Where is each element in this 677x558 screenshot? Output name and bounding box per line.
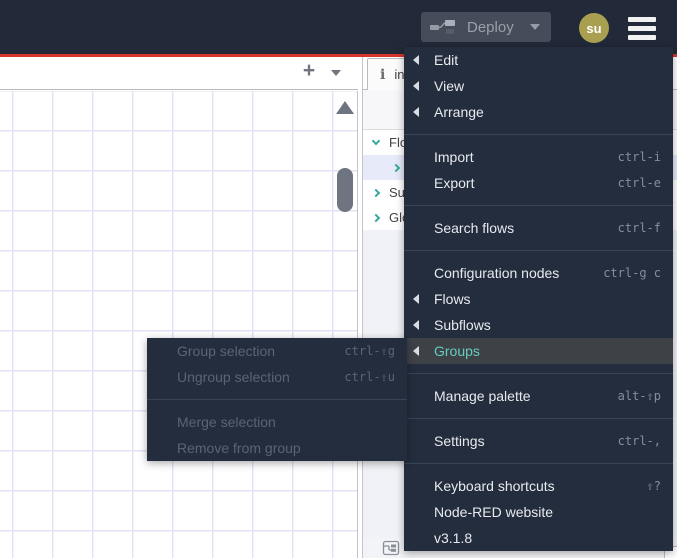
info-icon: i <box>380 66 386 83</box>
outline-toggle-icon[interactable] <box>382 539 400 557</box>
menu-item-manage-palette[interactable]: Manage palette alt-⇧p <box>404 383 673 409</box>
menu-item-view[interactable]: View <box>404 73 673 99</box>
canvas-scroll-up-button[interactable] <box>336 101 354 114</box>
submenu-item-remove-from-group: Remove from group <box>147 435 407 461</box>
menu-item-shortcut: ctrl-f <box>617 221 661 235</box>
flow-canvas[interactable] <box>0 91 358 558</box>
hamburger-icon <box>628 35 656 40</box>
submenu-left-arrow-icon <box>413 55 419 65</box>
deploy-options-chevron-icon[interactable] <box>530 24 540 30</box>
submenu-left-arrow-icon <box>413 81 419 91</box>
menu-item-label: Groups <box>434 343 480 359</box>
menu-item-label: Manage palette <box>434 388 531 404</box>
main-menu-button[interactable] <box>628 17 656 41</box>
menu-item-label: Edit <box>434 52 459 68</box>
hamburger-icon <box>628 17 656 22</box>
workspace-tabbar: + <box>0 57 358 90</box>
menu-item-label: Flows <box>434 291 471 307</box>
menu-item-label: View <box>434 78 465 94</box>
submenu-item-ungroup-selection: Ungroup selection ctrl-⇧u <box>147 364 407 390</box>
menu-item-configuration-nodes[interactable]: Configuration nodes ctrl-g c <box>404 260 673 286</box>
menu-item-keyboard-shortcuts[interactable]: Keyboard shortcuts ⇧? <box>404 473 673 499</box>
menu-item-arrange[interactable]: Arrange <box>404 99 673 125</box>
main-menu: Edit View Arrange Import ctrl-i Export c… <box>404 47 673 551</box>
menu-item-edit[interactable]: Edit <box>404 47 673 73</box>
menu-item-shortcut: ctrl-i <box>617 150 661 164</box>
menu-separator <box>404 418 673 419</box>
menu-item-label: v3.1.8 <box>434 530 473 546</box>
menu-item-label: Configuration nodes <box>434 265 560 281</box>
menu-item-label: Merge selection <box>177 414 276 430</box>
menu-separator <box>404 373 673 374</box>
chevron-down-icon[interactable] <box>371 136 381 146</box>
header-bar: Deploy su <box>0 0 677 54</box>
menu-item-shortcut: ctrl-g c <box>603 266 661 280</box>
menu-item-nodered-website[interactable]: Node-RED website <box>404 499 673 525</box>
user-avatar[interactable]: su <box>579 13 609 43</box>
menu-item-version[interactable]: v3.1.8 <box>404 525 673 551</box>
submenu-item-merge-selection: Merge selection <box>147 409 407 435</box>
menu-item-shortcut: ctrl-e <box>617 176 661 190</box>
canvas-scrollbar-thumb[interactable] <box>337 168 353 212</box>
menu-item-label: Settings <box>434 433 485 449</box>
hamburger-icon <box>628 26 656 31</box>
menu-item-label: Export <box>434 175 475 191</box>
menu-item-shortcut: ctrl-⇧u <box>344 370 395 384</box>
menu-item-shortcut: alt-⇧p <box>617 389 661 403</box>
submenu-left-arrow-icon <box>413 346 419 356</box>
menu-item-label: Arrange <box>434 104 484 120</box>
menu-item-label: Keyboard shortcuts <box>434 478 555 494</box>
menu-item-label: Remove from group <box>177 440 301 456</box>
submenu-item-group-selection: Group selection ctrl-⇧g <box>147 338 407 364</box>
menu-item-label: Subflows <box>434 317 491 333</box>
menu-item-flows[interactable]: Flows <box>404 286 673 312</box>
add-flow-button[interactable]: + <box>297 59 321 87</box>
menu-separator <box>404 205 673 206</box>
deploy-label: Deploy <box>467 18 514 36</box>
menu-item-groups[interactable]: Groups <box>404 338 673 364</box>
chevron-right-icon[interactable] <box>391 163 401 172</box>
menu-item-label: Node-RED website <box>434 504 554 520</box>
menu-item-export[interactable]: Export ctrl-e <box>404 170 673 196</box>
menu-item-label: Group selection <box>177 343 276 359</box>
menu-item-shortcut: ⇧? <box>646 479 661 493</box>
menu-separator <box>404 134 673 135</box>
menu-item-shortcut: ctrl-, <box>617 434 661 448</box>
menu-item-search-flows[interactable]: Search flows ctrl-f <box>404 215 673 241</box>
submenu-left-arrow-icon <box>413 294 419 304</box>
menu-item-label: Import <box>434 149 474 165</box>
menu-item-label: Search flows <box>434 220 515 236</box>
submenu-left-arrow-icon <box>413 107 419 117</box>
node-red-editor: Deploy su + i info Flows <box>0 0 677 558</box>
submenu-left-arrow-icon <box>413 320 419 330</box>
flow-list-chevron-icon[interactable] <box>331 70 341 76</box>
menu-item-import[interactable]: Import ctrl-i <box>404 144 673 170</box>
menu-item-subflows[interactable]: Subflows <box>404 312 673 338</box>
menu-item-settings[interactable]: Settings ctrl-, <box>404 428 673 454</box>
menu-separator <box>147 399 407 400</box>
groups-submenu: Group selection ctrl-⇧g Ungroup selectio… <box>147 338 407 461</box>
chevron-right-icon[interactable] <box>371 188 381 197</box>
menu-item-label: Ungroup selection <box>177 369 290 385</box>
menu-separator <box>404 250 673 251</box>
chevron-right-icon[interactable] <box>371 213 381 222</box>
deploy-button[interactable]: Deploy <box>421 12 551 42</box>
deploy-node-icon <box>430 19 455 34</box>
menu-item-shortcut: ctrl-⇧g <box>344 344 395 358</box>
menu-separator <box>404 463 673 464</box>
